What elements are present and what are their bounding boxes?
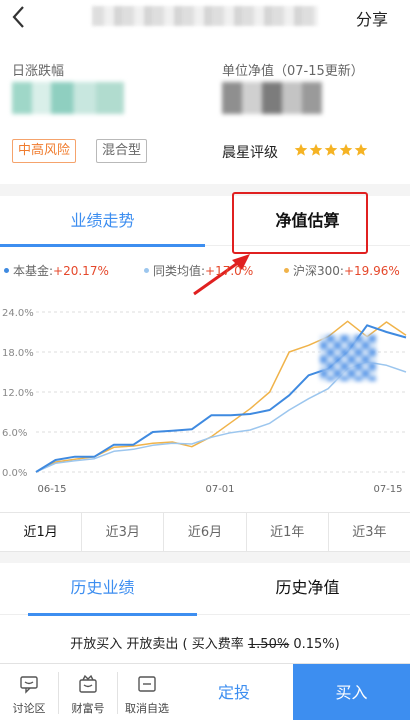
x-tick-label: 07-15	[373, 484, 402, 495]
rating-stars	[294, 143, 368, 157]
star-icon	[294, 143, 308, 156]
tab-performance[interactable]: 业绩走势	[0, 196, 205, 247]
day-change-label: 日涨跌幅	[12, 64, 65, 79]
legend-fund: 本基金:+20.17%	[4, 262, 109, 279]
share-button[interactable]: 分享	[356, 6, 388, 30]
x-tick-label: 06-15	[37, 484, 66, 495]
nav-label: 单位净值（07-15更新）	[222, 64, 364, 79]
star-icon	[354, 143, 368, 156]
store-icon	[79, 674, 97, 693]
nav-value-blurred	[222, 82, 322, 114]
tab-history-performance[interactable]: 历史业绩	[0, 563, 205, 616]
rate-current: 0.15%	[293, 637, 335, 652]
fund-dot-icon	[4, 268, 9, 273]
day-change-value-blurred	[12, 82, 124, 114]
star-icon	[324, 143, 338, 156]
chart-legend: 本基金:+20.17% 同类均值:+17.0% 沪深300:+19.96%	[4, 262, 410, 280]
star-icon	[339, 143, 353, 156]
fixed-invest-button[interactable]: 定投	[175, 664, 293, 720]
open-sell-text: 开放卖出	[126, 637, 179, 652]
rate-prefix: ( 买入费率	[182, 637, 244, 652]
y-tick-label: 24.0%	[2, 308, 34, 319]
unfavorite-button[interactable]: 取消自选	[118, 664, 176, 720]
back-arrow-icon[interactable]	[8, 4, 32, 30]
top-bar: 分享	[0, 0, 410, 34]
rating-label: 晨星评级	[222, 145, 278, 161]
open-buy-text: 开放买入	[70, 637, 123, 652]
history-tabs: 历史业绩 历史净值	[0, 563, 410, 616]
wealth-button[interactable]: 财富号	[59, 664, 117, 720]
star-icon	[309, 143, 323, 156]
chart-tooltip-blurred	[320, 335, 376, 381]
section-gap-2	[0, 552, 410, 563]
period-1[interactable]: 近3月	[82, 513, 165, 551]
trade-status: 开放买入 开放卖出 ( 买入费率 1.50% 0.15%)	[0, 628, 410, 662]
discuss-button[interactable]: 讨论区	[0, 664, 58, 720]
peer-dot-icon	[144, 268, 149, 273]
period-0[interactable]: 近1月	[0, 513, 83, 551]
y-tick-label: 6.0%	[2, 428, 27, 439]
chat-icon	[20, 676, 38, 694]
risk-tag: 中高风险	[12, 139, 77, 163]
rate-original: 1.50%	[247, 637, 290, 652]
legend-peer: 同类均值:+17.0%	[144, 262, 253, 279]
period-2[interactable]: 近6月	[164, 513, 247, 551]
y-tick-label: 0.0%	[2, 468, 27, 479]
remove-bookmark-icon	[138, 676, 156, 692]
fund-type-tag: 混合型	[96, 139, 148, 163]
y-tick-label: 18.0%	[2, 348, 34, 359]
period-3[interactable]: 近1年	[247, 513, 329, 551]
period-4[interactable]: 近3年	[329, 513, 410, 551]
x-tick-label: 07-01	[205, 484, 234, 495]
legend-csi300: 沪深300:+19.96%	[284, 262, 400, 279]
tab-history-nav[interactable]: 历史净值	[205, 563, 410, 615]
csi-dot-icon	[284, 268, 289, 273]
buy-button[interactable]: 买入	[293, 664, 410, 720]
rate-suffix: )	[334, 637, 340, 652]
bottom-bar: 讨论区 财富号 取消自选 定投 买入	[0, 663, 410, 720]
performance-chart: 24.0% 18.0% 12.0% 6.0% 0.0% 06-15 07-01 07-15	[2, 308, 407, 495]
fund-title-blurred	[92, 6, 318, 26]
highlight-box	[232, 192, 368, 254]
y-tick-label: 12.0%	[2, 388, 34, 399]
period-selector: 近1月 近3月 近6月 近1年 近3年	[0, 512, 410, 552]
